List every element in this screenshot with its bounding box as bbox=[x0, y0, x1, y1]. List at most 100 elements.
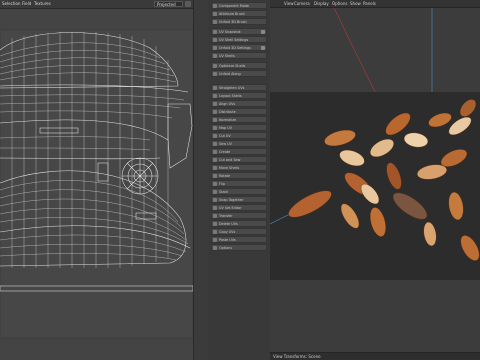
tool-label: Unfold 3D Brush bbox=[219, 20, 247, 24]
uv-grid-canvas[interactable] bbox=[0, 8, 208, 360]
viewport-menubar: View Camera Display Options Show Panels bbox=[270, 0, 480, 8]
perspective-viewport[interactable]: View Camera Display Options Show Panels … bbox=[269, 0, 480, 360]
tool-row[interactable]: UV Snapshot bbox=[211, 28, 267, 35]
tool-row[interactable]: UV Shell Settings bbox=[211, 36, 267, 43]
tool-row[interactable]: Straighten UVs bbox=[211, 84, 267, 91]
tool-icon bbox=[213, 238, 217, 242]
tool-label: Snap Together bbox=[219, 198, 244, 202]
menu-view[interactable]: View bbox=[284, 0, 294, 8]
tool-label: Map UV bbox=[219, 126, 233, 130]
tool-row[interactable]: Snap Together bbox=[211, 196, 267, 203]
tool-row[interactable]: Attribute Brush bbox=[211, 10, 267, 17]
tool-icon bbox=[213, 174, 217, 178]
projection-select-value: Projected bbox=[157, 2, 176, 7]
menu-camera[interactable]: Camera bbox=[294, 0, 310, 8]
tool-icon bbox=[213, 214, 217, 218]
uv-toolkit-panel: Component Mode Attribute Brush Unfold 3D… bbox=[208, 0, 270, 360]
tool-row[interactable]: Transfer bbox=[211, 212, 267, 219]
tool-icon bbox=[213, 4, 217, 8]
tool-row[interactable]: Normalize bbox=[211, 116, 267, 123]
tool-label: Create bbox=[219, 150, 231, 154]
tool-label: Optimize Shells bbox=[219, 64, 246, 68]
tool-row[interactable]: Distribute bbox=[211, 108, 267, 115]
tool-icon bbox=[213, 20, 217, 24]
menu-field[interactable]: Field bbox=[22, 0, 31, 8]
tool-row[interactable]: Cut and Sew bbox=[211, 156, 267, 163]
tool-row[interactable]: Unfold Along bbox=[211, 70, 267, 77]
tool-label: Options bbox=[219, 246, 233, 250]
tool-icon bbox=[213, 222, 217, 226]
tool-row[interactable]: UV Set Editor bbox=[211, 204, 267, 211]
projection-select[interactable]: Projected bbox=[154, 1, 183, 7]
tool-row[interactable]: Flip bbox=[211, 180, 267, 187]
menu-panels[interactable]: Panels bbox=[363, 0, 376, 8]
menu-show[interactable]: Show bbox=[350, 0, 361, 8]
seed-pile-render bbox=[269, 7, 480, 353]
tool-icon bbox=[213, 86, 217, 90]
tool-icon bbox=[213, 54, 217, 58]
tool-icon bbox=[213, 72, 217, 76]
toolbar-icon-a[interactable] bbox=[185, 1, 191, 7]
tool-label: Layout Shells bbox=[219, 94, 242, 98]
tool-icon bbox=[213, 142, 217, 146]
tool-row[interactable]: Rotate bbox=[211, 172, 267, 179]
tool-row[interactable]: Copy UVs bbox=[211, 228, 267, 235]
menu-options[interactable]: Options bbox=[332, 0, 347, 8]
tool-row[interactable]: Align UVs bbox=[211, 100, 267, 107]
tool-label: Sew UV bbox=[219, 142, 232, 146]
tool-label: Delete UVs bbox=[219, 222, 238, 226]
tool-icon bbox=[213, 126, 217, 130]
viewport-scene[interactable] bbox=[269, 7, 480, 353]
tool-icon bbox=[213, 110, 217, 114]
checkbox[interactable] bbox=[261, 46, 265, 50]
tool-icon bbox=[213, 12, 217, 16]
tool-row[interactable]: Map UV bbox=[211, 124, 267, 131]
tool-icon bbox=[213, 166, 217, 170]
tool-icon bbox=[213, 30, 217, 34]
tool-label: Normalize bbox=[219, 118, 237, 122]
tool-row[interactable]: Cut UV bbox=[211, 132, 267, 139]
uv-wireframe bbox=[0, 29, 194, 339]
tool-icon bbox=[213, 182, 217, 186]
tool-label: Paste UVs bbox=[219, 238, 236, 242]
tool-label: UV Shell Settings bbox=[219, 38, 249, 42]
tool-label: Straighten UVs bbox=[219, 86, 245, 90]
tool-icon bbox=[213, 198, 217, 202]
tool-icon bbox=[213, 246, 217, 250]
tool-label: Component Mode bbox=[219, 4, 250, 8]
tool-row[interactable]: Unfold 3D Brush bbox=[211, 18, 267, 25]
tool-label: Move Shells bbox=[219, 166, 240, 170]
tool-row[interactable]: Move Shells bbox=[211, 164, 267, 171]
menu-display[interactable]: Display bbox=[314, 0, 329, 8]
tool-row[interactable]: Stack bbox=[211, 188, 267, 195]
tool-row[interactable]: Layout Shells bbox=[211, 92, 267, 99]
tool-icon bbox=[213, 158, 217, 162]
tool-row[interactable]: Unfold 3D Settings bbox=[211, 44, 267, 51]
tool-label: Stack bbox=[219, 190, 229, 194]
tool-icon bbox=[213, 38, 217, 42]
tool-row[interactable]: Paste UVs bbox=[211, 236, 267, 243]
tool-row[interactable]: UV Shells bbox=[211, 52, 267, 59]
tool-row[interactable]: Optimize Shells bbox=[211, 62, 267, 69]
menu-textures[interactable]: Textures bbox=[34, 0, 51, 8]
tool-icon bbox=[213, 102, 217, 106]
tool-icon bbox=[213, 206, 217, 210]
tool-label: Flip bbox=[219, 182, 225, 186]
uv-editor[interactable]: Selection Field Textures Projected bbox=[0, 0, 208, 360]
tool-row[interactable]: Sew UV bbox=[211, 140, 267, 147]
tool-label: UV Snapshot bbox=[219, 30, 241, 34]
checkbox[interactable] bbox=[261, 30, 265, 34]
tool-icon bbox=[213, 94, 217, 98]
tool-row[interactable]: Options bbox=[211, 244, 267, 251]
viewport-statusbar: View Transforms: Scene bbox=[270, 352, 480, 360]
tool-row[interactable]: Create bbox=[211, 148, 267, 155]
tool-row[interactable]: Delete UVs bbox=[211, 220, 267, 227]
tool-label: Cut UV bbox=[219, 134, 231, 138]
menu-selection[interactable]: Selection bbox=[2, 0, 20, 8]
tool-row[interactable]: Component Mode bbox=[211, 2, 267, 9]
tool-label: Copy UVs bbox=[219, 230, 236, 234]
tool-icon bbox=[213, 64, 217, 68]
tool-label: Distribute bbox=[219, 110, 236, 114]
uv-toolkit-strip bbox=[193, 0, 209, 360]
tool-label: Rotate bbox=[219, 174, 231, 178]
